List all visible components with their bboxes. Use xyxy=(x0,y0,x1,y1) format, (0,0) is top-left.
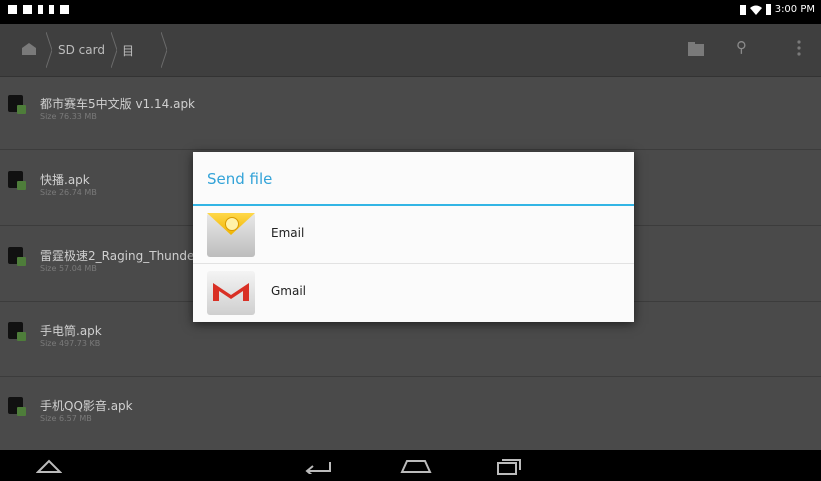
apk-file-icon xyxy=(8,171,26,190)
overflow-menu-icon[interactable] xyxy=(797,40,801,56)
file-row[interactable]: 手机QQ影音.apk Size 6.57 MB xyxy=(0,379,821,451)
file-name: 都市赛车5中文版 v1.14.apk xyxy=(40,97,196,111)
share-option-label: Gmail xyxy=(271,284,307,298)
action-bar: SD card 目 ⚲ xyxy=(0,24,821,77)
breadcrumb-current-folder[interactable]: 目 xyxy=(122,24,134,76)
breadcrumb-separator-icon xyxy=(46,32,52,68)
share-option-email[interactable]: Email xyxy=(193,206,634,264)
battery-icon xyxy=(765,4,771,15)
search-icon[interactable]: ⚲ xyxy=(736,38,747,56)
file-name: 手电筒.apk xyxy=(40,324,102,338)
notification-icon xyxy=(49,5,54,14)
file-name: 雷霆极速2_Raging_Thunder... xyxy=(40,249,210,263)
file-size: Size 76.33 MB xyxy=(40,112,97,121)
file-name: 手机QQ影音.apk xyxy=(40,399,133,413)
file-size: Size 26.74 MB xyxy=(40,188,97,197)
send-file-dialog: Send file Email Gmail xyxy=(193,152,634,322)
apk-file-icon xyxy=(8,247,26,266)
notification-icon xyxy=(23,5,32,14)
dialog-title: Send file xyxy=(207,170,273,188)
clock: 3:00 PM xyxy=(774,4,815,15)
back-button-icon[interactable] xyxy=(303,458,333,474)
navigation-bar xyxy=(0,450,821,481)
notification-icon xyxy=(60,5,69,14)
system-icons: 3:00 PM xyxy=(739,4,815,15)
breadcrumb-sd-card[interactable]: SD card xyxy=(58,24,105,76)
apk-file-icon xyxy=(8,95,26,114)
share-option-gmail[interactable]: Gmail xyxy=(193,264,634,322)
email-app-icon xyxy=(207,213,255,257)
file-name: 快播.apk xyxy=(40,173,90,187)
hide-keyboard-icon[interactable] xyxy=(36,459,62,473)
notification-icon xyxy=(8,5,17,14)
new-folder-icon[interactable] xyxy=(688,42,704,56)
breadcrumb-separator-icon xyxy=(111,32,117,68)
breadcrumb-separator-icon xyxy=(161,32,167,68)
status-bar: 3:00 PM xyxy=(0,0,821,24)
file-size: Size 57.04 MB xyxy=(40,264,97,273)
apk-file-icon xyxy=(8,322,26,341)
file-size: Size 6.57 MB xyxy=(40,414,92,423)
home-button-icon[interactable] xyxy=(399,459,433,473)
home-folder-icon[interactable] xyxy=(20,42,38,56)
file-size: Size 497.73 KB xyxy=(40,339,101,348)
wifi-icon xyxy=(749,5,762,15)
apk-file-icon xyxy=(8,397,26,416)
gmail-app-icon xyxy=(207,271,255,315)
file-row[interactable]: 都市赛车5中文版 v1.14.apk Size 76.33 MB xyxy=(0,77,821,150)
notification-icons xyxy=(8,5,69,14)
share-option-label: Email xyxy=(271,226,305,240)
recent-apps-button-icon[interactable] xyxy=(496,457,522,475)
sim-icon xyxy=(739,4,746,15)
notification-icon xyxy=(38,5,43,14)
